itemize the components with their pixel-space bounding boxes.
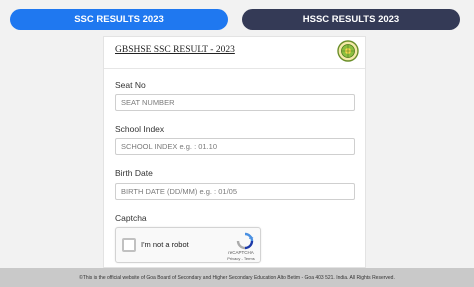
card-header: GBSHSE SSC RESULT - 2023	[104, 37, 365, 69]
recaptcha-widget: I'm not a robot reCAPTCHA Privacy - Term…	[115, 227, 261, 263]
seat-number-label: Seat No	[115, 80, 146, 90]
school-index-label: School Index	[115, 124, 165, 134]
page-footer: ©This is the official website of Goa Boa…	[0, 268, 474, 287]
result-form-card: GBSHSE SSC RESULT - 2023 Seat No School …	[103, 36, 366, 268]
seat-number-input[interactable]	[115, 94, 355, 111]
recaptcha-privacy-terms-links[interactable]: Privacy - Terms	[225, 256, 257, 261]
birth-date-label: Birth Date	[115, 168, 153, 178]
recaptcha-brand: reCAPTCHA	[228, 250, 254, 255]
recaptcha-logo-icon	[236, 232, 254, 250]
birth-date-input[interactable]	[115, 183, 355, 200]
recaptcha-checkbox-label: I'm not a robot	[141, 240, 189, 249]
recaptcha-checkbox[interactable]	[122, 238, 136, 252]
captcha-label: Captcha	[115, 213, 147, 223]
card-title: GBSHSE SSC RESULT - 2023	[115, 45, 235, 55]
hssc-results-tab[interactable]: HSSC RESULTS 2023	[242, 9, 460, 30]
results-tabs: SSC RESULTS 2023 HSSC RESULTS 2023	[0, 0, 474, 40]
board-logo-icon	[337, 40, 359, 62]
ssc-results-tab[interactable]: SSC RESULTS 2023	[10, 9, 228, 30]
school-index-input[interactable]	[115, 138, 355, 155]
